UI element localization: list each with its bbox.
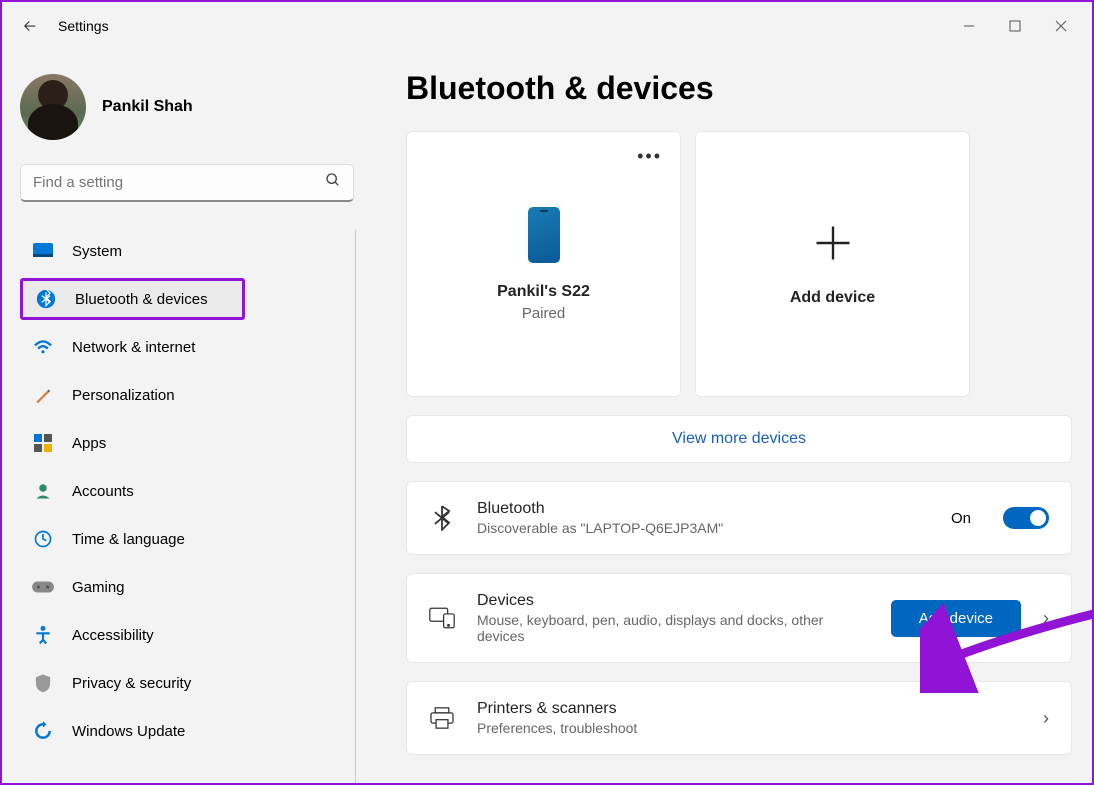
sidebar-item-label: Accessibility <box>72 627 154 644</box>
search-box[interactable] <box>20 164 354 202</box>
clock-globe-icon <box>32 528 54 550</box>
sidebar-item-label: Apps <box>72 435 106 452</box>
sidebar-item-label: Windows Update <box>72 723 185 740</box>
bluetooth-toggle[interactable] <box>1003 507 1049 529</box>
device-status: Paired <box>522 305 565 322</box>
sidebar-item-privacy[interactable]: Privacy & security <box>20 662 245 704</box>
bluetooth-icon <box>429 505 455 531</box>
add-device-label: Add device <box>790 289 875 307</box>
chevron-right-icon: › <box>1043 708 1049 729</box>
sidebar-item-label: Privacy & security <box>72 675 191 692</box>
view-more-devices-link[interactable]: View more devices <box>406 415 1072 463</box>
maximize-button[interactable] <box>992 10 1038 42</box>
page-title: Bluetooth & devices <box>406 70 1072 107</box>
sidebar-item-accounts[interactable]: Accounts <box>20 470 245 512</box>
update-icon <box>32 720 54 742</box>
devices-row[interactable]: Devices Mouse, keyboard, pen, audio, dis… <box>406 573 1072 663</box>
apps-icon <box>32 432 54 454</box>
sidebar-item-accessibility[interactable]: Accessibility <box>20 614 245 656</box>
gamepad-icon <box>32 576 54 598</box>
row-title: Bluetooth <box>477 500 929 518</box>
device-name: Pankil's S22 <box>497 283 590 301</box>
search-input[interactable] <box>33 174 325 191</box>
search-icon <box>325 172 341 193</box>
minimize-button[interactable] <box>946 10 992 42</box>
device-tile[interactable]: ••• Pankil's S22 Paired <box>406 131 681 397</box>
main-content: Bluetooth & devices ••• Pankil's S22 Pai… <box>372 50 1092 783</box>
sidebar-item-label: Bluetooth & devices <box>75 291 208 308</box>
accessibility-icon <box>32 624 54 646</box>
sidebar-item-apps[interactable]: Apps <box>20 422 245 464</box>
chevron-right-icon: › <box>1043 608 1049 629</box>
wifi-icon <box>32 336 54 358</box>
bluetooth-icon <box>35 288 57 310</box>
add-device-tile[interactable]: Add device <box>695 131 970 397</box>
sidebar-item-label: System <box>72 243 122 260</box>
display-icon <box>32 240 54 262</box>
sidebar-item-label: Accounts <box>72 483 134 500</box>
profile[interactable]: Pankil Shah <box>20 62 354 164</box>
sidebar: Pankil Shah System Bluetooth & devices N… <box>2 50 372 783</box>
bluetooth-row[interactable]: Bluetooth Discoverable as "LAPTOP-Q6EJP3… <box>406 481 1072 555</box>
row-title: Devices <box>477 592 869 610</box>
close-button[interactable] <box>1038 10 1084 42</box>
sidebar-item-time-language[interactable]: Time & language <box>20 518 245 560</box>
profile-name: Pankil Shah <box>102 98 193 116</box>
sidebar-item-gaming[interactable]: Gaming <box>20 566 245 608</box>
row-title: Printers & scanners <box>477 700 1021 718</box>
sidebar-item-network[interactable]: Network & internet <box>20 326 245 368</box>
sidebar-item-windows-update[interactable]: Windows Update <box>20 710 245 752</box>
window-title: Settings <box>58 18 109 34</box>
back-button[interactable] <box>10 6 50 46</box>
printer-icon <box>429 707 455 729</box>
avatar <box>20 74 86 140</box>
sidebar-item-system[interactable]: System <box>20 230 245 272</box>
sidebar-item-bluetooth-devices[interactable]: Bluetooth & devices <box>20 278 245 320</box>
shield-icon <box>32 672 54 694</box>
printers-row[interactable]: Printers & scanners Preferences, trouble… <box>406 681 1072 755</box>
more-icon[interactable]: ••• <box>637 146 662 167</box>
devices-icon <box>429 607 455 629</box>
person-icon <box>32 480 54 502</box>
phone-icon <box>528 207 560 263</box>
row-subtitle: Discoverable as "LAPTOP-Q6EJP3AM" <box>477 520 837 536</box>
sidebar-item-label: Time & language <box>72 531 185 548</box>
sidebar-item-label: Personalization <box>72 387 175 404</box>
titlebar: Settings <box>2 2 1092 50</box>
plus-icon <box>811 221 855 275</box>
sidebar-item-label: Network & internet <box>72 339 195 356</box>
sidebar-item-label: Gaming <box>72 579 125 596</box>
row-subtitle: Preferences, troubleshoot <box>477 720 837 736</box>
toggle-state-label: On <box>951 510 971 527</box>
row-subtitle: Mouse, keyboard, pen, audio, displays an… <box>477 612 837 644</box>
paintbrush-icon <box>32 384 54 406</box>
add-device-button[interactable]: Add device <box>891 600 1021 637</box>
sidebar-item-personalization[interactable]: Personalization <box>20 374 245 416</box>
